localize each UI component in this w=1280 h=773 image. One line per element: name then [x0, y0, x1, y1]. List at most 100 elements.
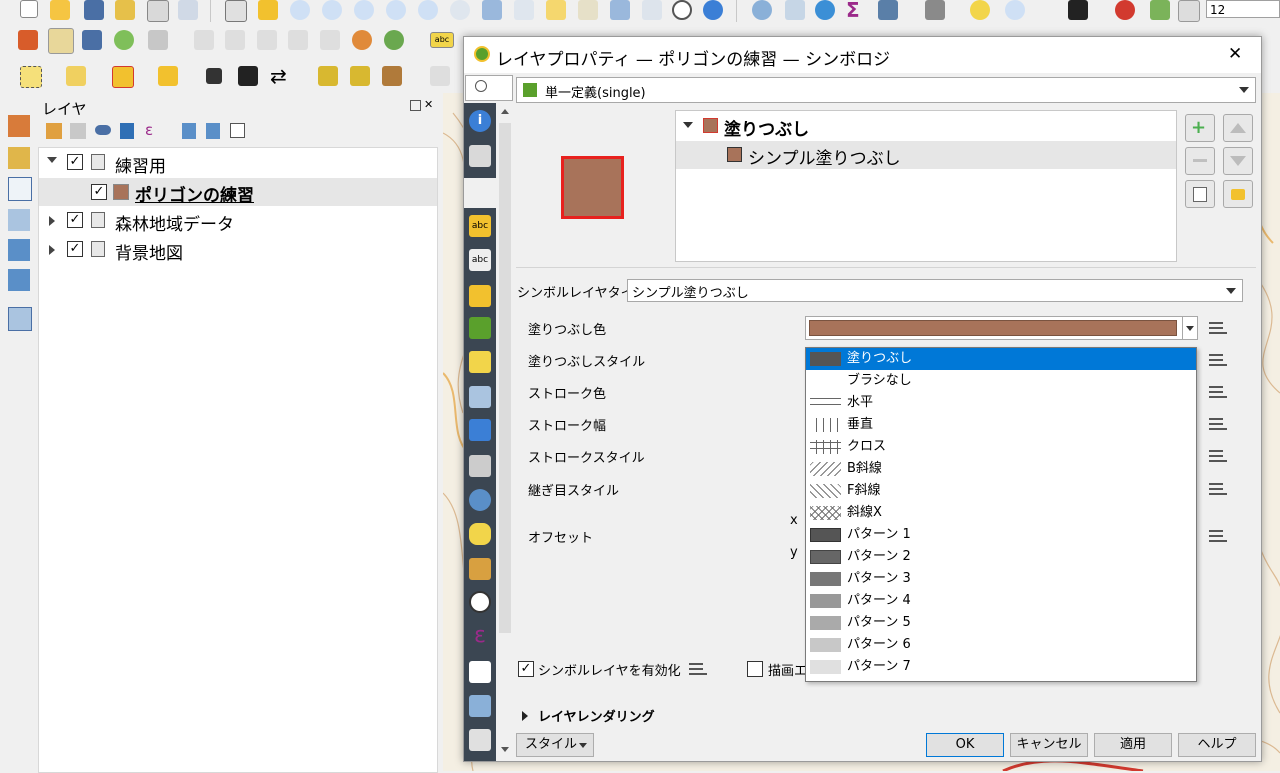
redo-icon[interactable]: [384, 30, 404, 50]
python-console-icon[interactable]: [1068, 0, 1088, 20]
collapse-arrow-icon[interactable]: [47, 157, 57, 163]
remove-layer-icon[interactable]: [230, 123, 245, 138]
data-source-manager-icon[interactable]: [8, 115, 30, 137]
search-input[interactable]: [465, 75, 513, 101]
save-as-icon[interactable]: [115, 0, 135, 20]
layer-checkbox[interactable]: ✓: [67, 212, 83, 228]
pan-to-selection-icon[interactable]: [258, 0, 278, 20]
tools-icon[interactable]: [382, 66, 402, 86]
toggle-editing-icon[interactable]: [48, 28, 74, 54]
color-menu-button[interactable]: [1182, 316, 1198, 340]
renderer-select[interactable]: 単一定義(single): [516, 77, 1256, 103]
vertex-tool-icon[interactable]: [148, 30, 168, 50]
fill-color-button[interactable]: [805, 316, 1183, 340]
scroll-thumb[interactable]: [499, 123, 511, 633]
add-symbol-layer-button[interactable]: +: [1185, 114, 1215, 142]
fields-icon[interactable]: [469, 351, 491, 373]
data-defined-override-icon[interactable]: [1207, 351, 1229, 369]
reload-icon[interactable]: [703, 0, 723, 20]
layer-rendering-label[interactable]: レイヤレンダリング: [538, 706, 655, 725]
fill-style-option[interactable]: パターン 1: [806, 524, 1196, 546]
float-panel-icon[interactable]: [410, 100, 421, 111]
data-defined-override-icon[interactable]: [1207, 527, 1229, 545]
fill-style-option[interactable]: 塗りつぶし: [806, 348, 1196, 370]
style-manager-icon[interactable]: [46, 123, 62, 139]
identify-icon[interactable]: [752, 0, 772, 20]
select-by-value-icon[interactable]: [66, 66, 86, 86]
georeference-icon[interactable]: [206, 68, 222, 84]
deselect-icon[interactable]: [112, 66, 134, 88]
auxiliary-storage-icon[interactable]: [469, 455, 491, 477]
add-feature-icon[interactable]: [114, 30, 134, 50]
fill-style-option[interactable]: パターン 2: [806, 546, 1196, 568]
show-bookmarks-icon[interactable]: [578, 0, 598, 20]
add-wms-icon[interactable]: [8, 239, 30, 261]
joins-icon[interactable]: [469, 419, 491, 441]
new-layer-icon[interactable]: [8, 147, 30, 169]
move-down-button[interactable]: [1223, 147, 1253, 175]
save-project-icon[interactable]: [84, 0, 104, 20]
fill-style-option[interactable]: パターン 7: [806, 656, 1196, 678]
ok-button[interactable]: OK: [926, 733, 1004, 757]
layer-checkbox[interactable]: ✓: [67, 154, 83, 170]
masks-abc-icon[interactable]: abc: [469, 249, 491, 271]
zoom-selection-icon[interactable]: [386, 0, 406, 20]
data-defined-override-icon[interactable]: [1207, 447, 1229, 465]
select-features-icon[interactable]: [20, 66, 42, 88]
close-panel-icon[interactable]: ✕: [424, 98, 433, 111]
fill-style-option[interactable]: 垂直: [806, 414, 1196, 436]
add-raster-icon[interactable]: [8, 209, 30, 231]
attributes-form-icon[interactable]: [469, 386, 491, 408]
delete-selected-icon[interactable]: [225, 30, 245, 50]
current-edits-icon[interactable]: [18, 30, 38, 50]
info-icon[interactable]: i: [469, 110, 491, 132]
fill-style-option[interactable]: パターン 5: [806, 612, 1196, 634]
display-tip-icon[interactable]: [469, 523, 491, 545]
save-edits-icon[interactable]: [82, 30, 102, 50]
add-group-icon[interactable]: [70, 123, 86, 139]
fill-style-option[interactable]: ブラシなし: [806, 370, 1196, 392]
digitize-icon[interactable]: [430, 66, 450, 86]
open-project-icon[interactable]: [50, 0, 70, 20]
zoom-next-icon[interactable]: [514, 0, 534, 20]
fill-style-option[interactable]: クロス: [806, 436, 1196, 458]
symbol-root-item[interactable]: 塗りつぶし: [724, 115, 809, 140]
dependencies-icon[interactable]: [469, 695, 491, 717]
help-button[interactable]: ヘルプ: [1178, 733, 1256, 757]
cancel-button[interactable]: キャンセル: [1010, 733, 1088, 757]
snap-type-icon[interactable]: [1178, 0, 1200, 22]
eye-icon[interactable]: [95, 125, 111, 135]
layer-checkbox[interactable]: ✓: [67, 241, 83, 257]
layer-tree-item[interactable]: 練習用: [115, 152, 166, 177]
symbol-layer-type-select[interactable]: シンプル塗りつぶし: [627, 279, 1243, 302]
data-defined-override-icon[interactable]: [1207, 319, 1229, 337]
label-abc-icon[interactable]: abc: [430, 32, 454, 48]
field-calculator-icon[interactable]: [878, 0, 898, 20]
zoom-layer-icon[interactable]: [418, 0, 438, 20]
expand-all-icon[interactable]: [182, 123, 196, 139]
data-defined-override-icon[interactable]: [1207, 383, 1229, 401]
rendering-brush-icon[interactable]: [469, 558, 491, 580]
data-defined-override-icon[interactable]: [1207, 480, 1229, 498]
scrollbar[interactable]: [498, 103, 512, 761]
3d-box-alt-icon[interactable]: [350, 66, 370, 86]
actions-icon[interactable]: [469, 489, 491, 511]
paste-icon[interactable]: [320, 30, 340, 50]
fill-style-option[interactable]: パターン 6: [806, 634, 1196, 656]
scroll-down-icon[interactable]: [501, 747, 509, 752]
symbology-paintbrush-icon[interactable]: [464, 178, 496, 208]
zoom-native-icon[interactable]: [450, 0, 470, 20]
expand-arrow-icon[interactable]: [49, 216, 55, 226]
symbol-child-item[interactable]: シンプル塗りつぶし: [748, 144, 901, 169]
temporal-clock-icon[interactable]: [469, 591, 491, 613]
expression-icon[interactable]: ε: [145, 121, 153, 139]
cut-icon[interactable]: [257, 30, 277, 50]
clock-icon[interactable]: [672, 0, 692, 20]
new-bookmark-icon[interactable]: [546, 0, 566, 20]
remove-symbol-layer-button[interactable]: [1185, 147, 1215, 175]
variables-epsilon-icon[interactable]: ε: [469, 625, 491, 647]
select-location-icon[interactable]: [158, 66, 178, 86]
fill-style-option[interactable]: F斜線: [806, 480, 1196, 502]
metadata-icon[interactable]: [469, 661, 491, 683]
search-zoom-icon[interactable]: [1005, 0, 1025, 20]
